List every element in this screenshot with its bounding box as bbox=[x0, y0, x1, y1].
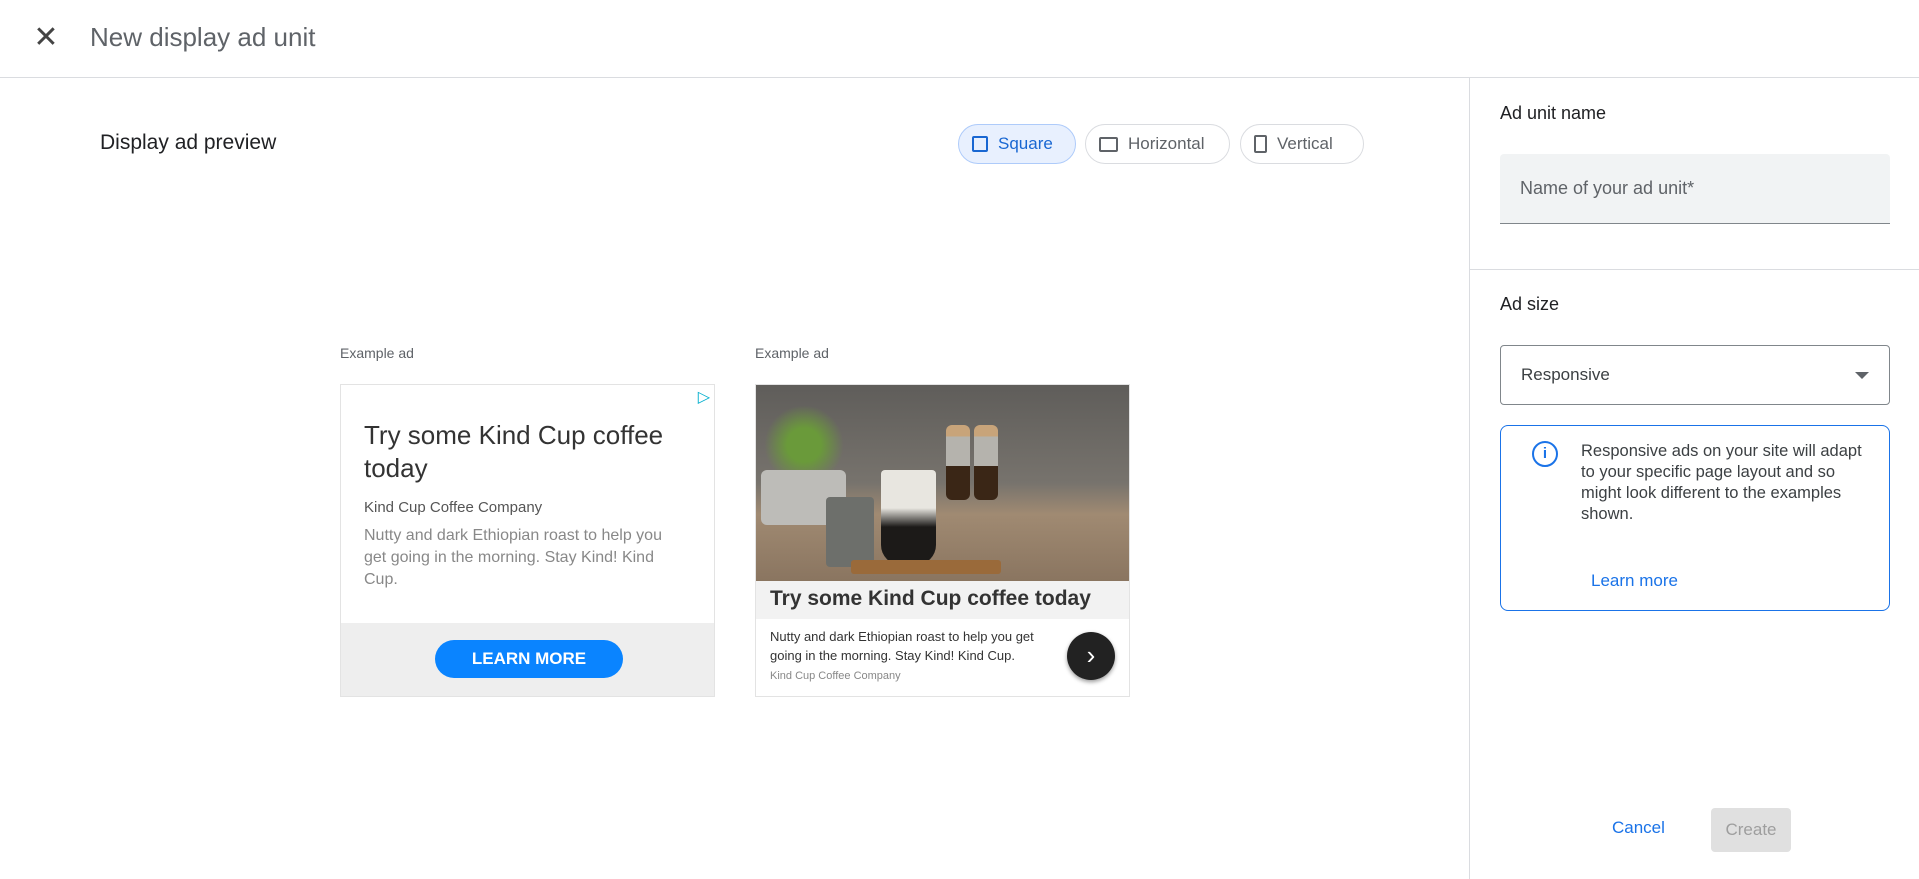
toggle-horizontal[interactable]: Horizontal bbox=[1085, 124, 1230, 164]
ad-size-label: Ad size bbox=[1500, 294, 1560, 314]
learn-more-link[interactable]: Learn more bbox=[1591, 571, 1678, 591]
ad-image bbox=[756, 385, 1129, 581]
adchoices-icon[interactable]: ▷ bbox=[698, 387, 710, 407]
horizontal-icon bbox=[1099, 136, 1118, 152]
toggle-label: Square bbox=[998, 134, 1053, 153]
ad-company: Kind Cup Coffee Company bbox=[770, 670, 901, 682]
ad-headline: Try some Kind Cup coffee today bbox=[364, 420, 664, 483]
example-ad-image: Try some Kind Cup coffee today Nutty and… bbox=[755, 384, 1130, 697]
cancel-button[interactable]: Cancel bbox=[1612, 818, 1665, 838]
info-text: Responsive ads on your site will adapt t… bbox=[1581, 442, 1862, 523]
header: ✕ New display ad unit bbox=[0, 0, 1919, 78]
ad-company: Kind Cup Coffee Company bbox=[364, 499, 543, 516]
example-ad-label: Example ad bbox=[340, 345, 414, 361]
ad-description: Nutty and dark Ethiopian roast to help y… bbox=[364, 527, 662, 588]
ad-size-value: Responsive bbox=[1521, 365, 1610, 384]
info-box: i Responsive ads on your site will adapt… bbox=[1500, 425, 1890, 611]
dropdown-caret-icon bbox=[1855, 371, 1869, 379]
example-ad-square: ▷ Try some Kind Cup coffee today Kind Cu… bbox=[340, 384, 715, 697]
toggle-vertical[interactable]: Vertical bbox=[1240, 124, 1364, 164]
ad-headline: Try some Kind Cup coffee today bbox=[756, 581, 1129, 619]
divider bbox=[1469, 269, 1919, 270]
ad-unit-name-label: Ad unit name bbox=[1500, 103, 1607, 123]
close-icon[interactable]: ✕ bbox=[30, 22, 62, 54]
toggle-square[interactable]: Square bbox=[958, 124, 1076, 164]
preview-title: Display ad preview bbox=[100, 131, 277, 154]
learn-more-button[interactable]: LEARN MORE bbox=[435, 640, 623, 678]
example-ad-label: Example ad bbox=[755, 345, 829, 361]
create-button[interactable]: Create bbox=[1711, 808, 1791, 852]
toggle-label: Horizontal bbox=[1128, 134, 1205, 153]
ad-description: Nutty and dark Ethiopian roast to help y… bbox=[770, 629, 1034, 663]
square-icon bbox=[972, 136, 988, 152]
page-title: New display ad unit bbox=[90, 22, 316, 52]
chevron-right-icon[interactable]: › bbox=[1067, 632, 1115, 680]
vertical-icon bbox=[1254, 135, 1267, 153]
toggle-label: Vertical bbox=[1277, 134, 1333, 153]
info-icon: i bbox=[1532, 441, 1558, 467]
ad-unit-name-input[interactable] bbox=[1500, 154, 1890, 224]
ad-size-select[interactable]: Responsive bbox=[1500, 345, 1890, 405]
